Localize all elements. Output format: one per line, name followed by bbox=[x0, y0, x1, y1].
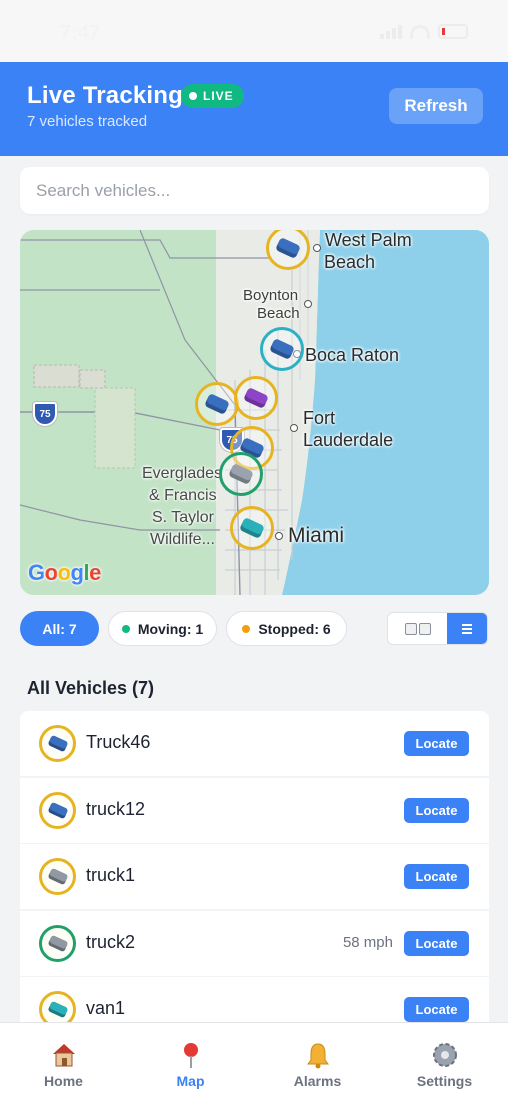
map-label-everglades-2: & Francis bbox=[149, 487, 217, 504]
filter-moving[interactable]: Moving: 1 bbox=[108, 611, 217, 646]
tab-alarms-label: Alarms bbox=[293, 1073, 342, 1089]
map-label-west-palm-2: Beach bbox=[324, 252, 376, 272]
tab-settings[interactable]: Settings bbox=[381, 1023, 508, 1100]
vehicle-avatar bbox=[39, 725, 76, 762]
vehicle-row[interactable]: truck12 Locate bbox=[20, 777, 489, 843]
bell-icon bbox=[306, 1043, 329, 1069]
map-label-west-palm: West Palm bbox=[325, 230, 412, 250]
tab-home-label: Home bbox=[44, 1073, 83, 1089]
vehicles-tracked-count: 7 vehicles tracked bbox=[27, 113, 148, 130]
truck-icon bbox=[269, 338, 295, 360]
status-icons bbox=[380, 24, 468, 39]
vehicle-row[interactable]: truck2 58 mph Locate bbox=[20, 910, 489, 976]
stopped-dot-icon bbox=[242, 624, 251, 633]
truck-icon bbox=[204, 393, 230, 415]
map-poi-dot bbox=[275, 532, 283, 540]
vehicle-marker[interactable] bbox=[195, 382, 239, 426]
vehicle-row[interactable]: Truck46 Locate bbox=[20, 711, 489, 776]
locate-button[interactable]: Locate bbox=[404, 797, 469, 823]
interstate-75-shield: 75 bbox=[33, 402, 57, 426]
grid-icon bbox=[404, 622, 417, 635]
vehicle-name: truck2 bbox=[86, 931, 136, 952]
grid-view-button[interactable] bbox=[388, 613, 447, 644]
locate-button[interactable]: Locate bbox=[404, 930, 469, 956]
vehicle-avatar bbox=[39, 991, 76, 1022]
locate-button[interactable]: Locate bbox=[404, 864, 469, 889]
map-label-lauderdale: Lauderdale bbox=[303, 430, 394, 450]
vehicle-marker[interactable] bbox=[234, 376, 278, 420]
app-header: Live Tracking LIVE 7 vehicles tracked Re… bbox=[0, 62, 508, 156]
filter-moving-label: Moving: 1 bbox=[137, 620, 204, 637]
map-label-boynton-2: Beach bbox=[257, 305, 300, 322]
section-title: All Vehicles (7) bbox=[27, 678, 155, 698]
vehicle-name: Truck46 bbox=[86, 732, 151, 752]
truck-icon bbox=[47, 934, 68, 952]
vehicle-name: van1 bbox=[86, 998, 126, 1018]
map-label-miami: Miami bbox=[288, 524, 344, 547]
van-icon bbox=[47, 1000, 68, 1019]
google-logo: Google bbox=[28, 560, 101, 585]
wifi-icon bbox=[410, 24, 430, 39]
filter-all[interactable]: All: 7 bbox=[20, 611, 99, 646]
truck-icon bbox=[275, 237, 301, 259]
filter-all-label: All: 7 bbox=[42, 620, 77, 637]
truck-icon bbox=[47, 801, 68, 819]
vehicle-row[interactable]: truck1 Locate bbox=[20, 844, 489, 909]
refresh-button[interactable]: Refresh bbox=[389, 88, 483, 124]
map-poi-dot bbox=[313, 244, 321, 252]
search-input[interactable] bbox=[20, 167, 489, 214]
car-icon bbox=[243, 387, 269, 409]
map-label-everglades-3: S. Taylor bbox=[152, 509, 214, 526]
tab-settings-label: Settings bbox=[416, 1073, 473, 1089]
truck-icon bbox=[47, 734, 68, 753]
van-icon bbox=[239, 517, 265, 539]
gear-icon bbox=[432, 1043, 457, 1067]
vehicle-avatar bbox=[39, 858, 76, 895]
page-title: Live Tracking bbox=[27, 82, 183, 109]
map-label-fort: Fort bbox=[303, 408, 336, 428]
live-badge: LIVE bbox=[181, 84, 244, 108]
locate-button[interactable]: Locate bbox=[404, 997, 469, 1022]
tab-alarms[interactable]: Alarms bbox=[254, 1023, 381, 1100]
vehicle-row[interactable]: van1 Locate bbox=[20, 977, 489, 1022]
vehicle-avatar bbox=[39, 791, 76, 829]
house-icon bbox=[52, 1044, 75, 1067]
tab-map[interactable]: Map bbox=[127, 1023, 254, 1100]
bottom-tab-bar: Home Map Alarms Settings bbox=[0, 1022, 508, 1100]
vehicle-name: truck1 bbox=[86, 865, 136, 885]
live-badge-label: LIVE bbox=[203, 89, 234, 103]
list-icon bbox=[462, 623, 472, 626]
live-dot-icon bbox=[189, 92, 197, 100]
filter-stopped-label: Stopped: 6 bbox=[258, 620, 331, 637]
vehicle-marker[interactable] bbox=[260, 327, 304, 371]
truck-icon bbox=[47, 867, 68, 886]
filter-stopped[interactable]: Stopped: 6 bbox=[226, 611, 347, 646]
status-time: 7:47 bbox=[60, 22, 101, 44]
view-toggle bbox=[387, 612, 488, 645]
map-view[interactable]: 75 75 West Palm Beach Boynton Beach Boca… bbox=[20, 230, 489, 595]
vehicle-marker[interactable] bbox=[219, 452, 263, 496]
map-label-boynton: Boynton bbox=[243, 287, 299, 304]
vehicle-name: truck12 bbox=[86, 798, 146, 819]
map-pin-icon bbox=[183, 1043, 198, 1068]
tab-home[interactable]: Home bbox=[0, 1023, 127, 1100]
map-label-everglades: Everglades bbox=[142, 465, 223, 482]
status-bar: 7:47 bbox=[0, 0, 508, 62]
tab-map-label: Map bbox=[176, 1073, 205, 1089]
map-poi-dot bbox=[290, 424, 298, 432]
vehicle-marker[interactable] bbox=[230, 506, 274, 550]
battery-icon bbox=[438, 24, 468, 39]
signal-icon bbox=[380, 24, 402, 39]
vehicle-avatar bbox=[39, 924, 76, 962]
vehicle-list: Truck46 Locate truck12 Locate truck1 Loc… bbox=[20, 711, 489, 1022]
moving-dot-icon bbox=[121, 624, 130, 633]
map-poi-dot bbox=[304, 300, 312, 308]
vehicle-speed: 58 mph bbox=[342, 933, 393, 951]
map-label-boca-raton: Boca Raton bbox=[305, 345, 400, 365]
list-view-button[interactable] bbox=[447, 613, 487, 644]
locate-button[interactable]: Locate bbox=[404, 731, 469, 756]
map-label-everglades-4: Wildlife... bbox=[150, 531, 215, 548]
truck-icon bbox=[228, 463, 254, 485]
